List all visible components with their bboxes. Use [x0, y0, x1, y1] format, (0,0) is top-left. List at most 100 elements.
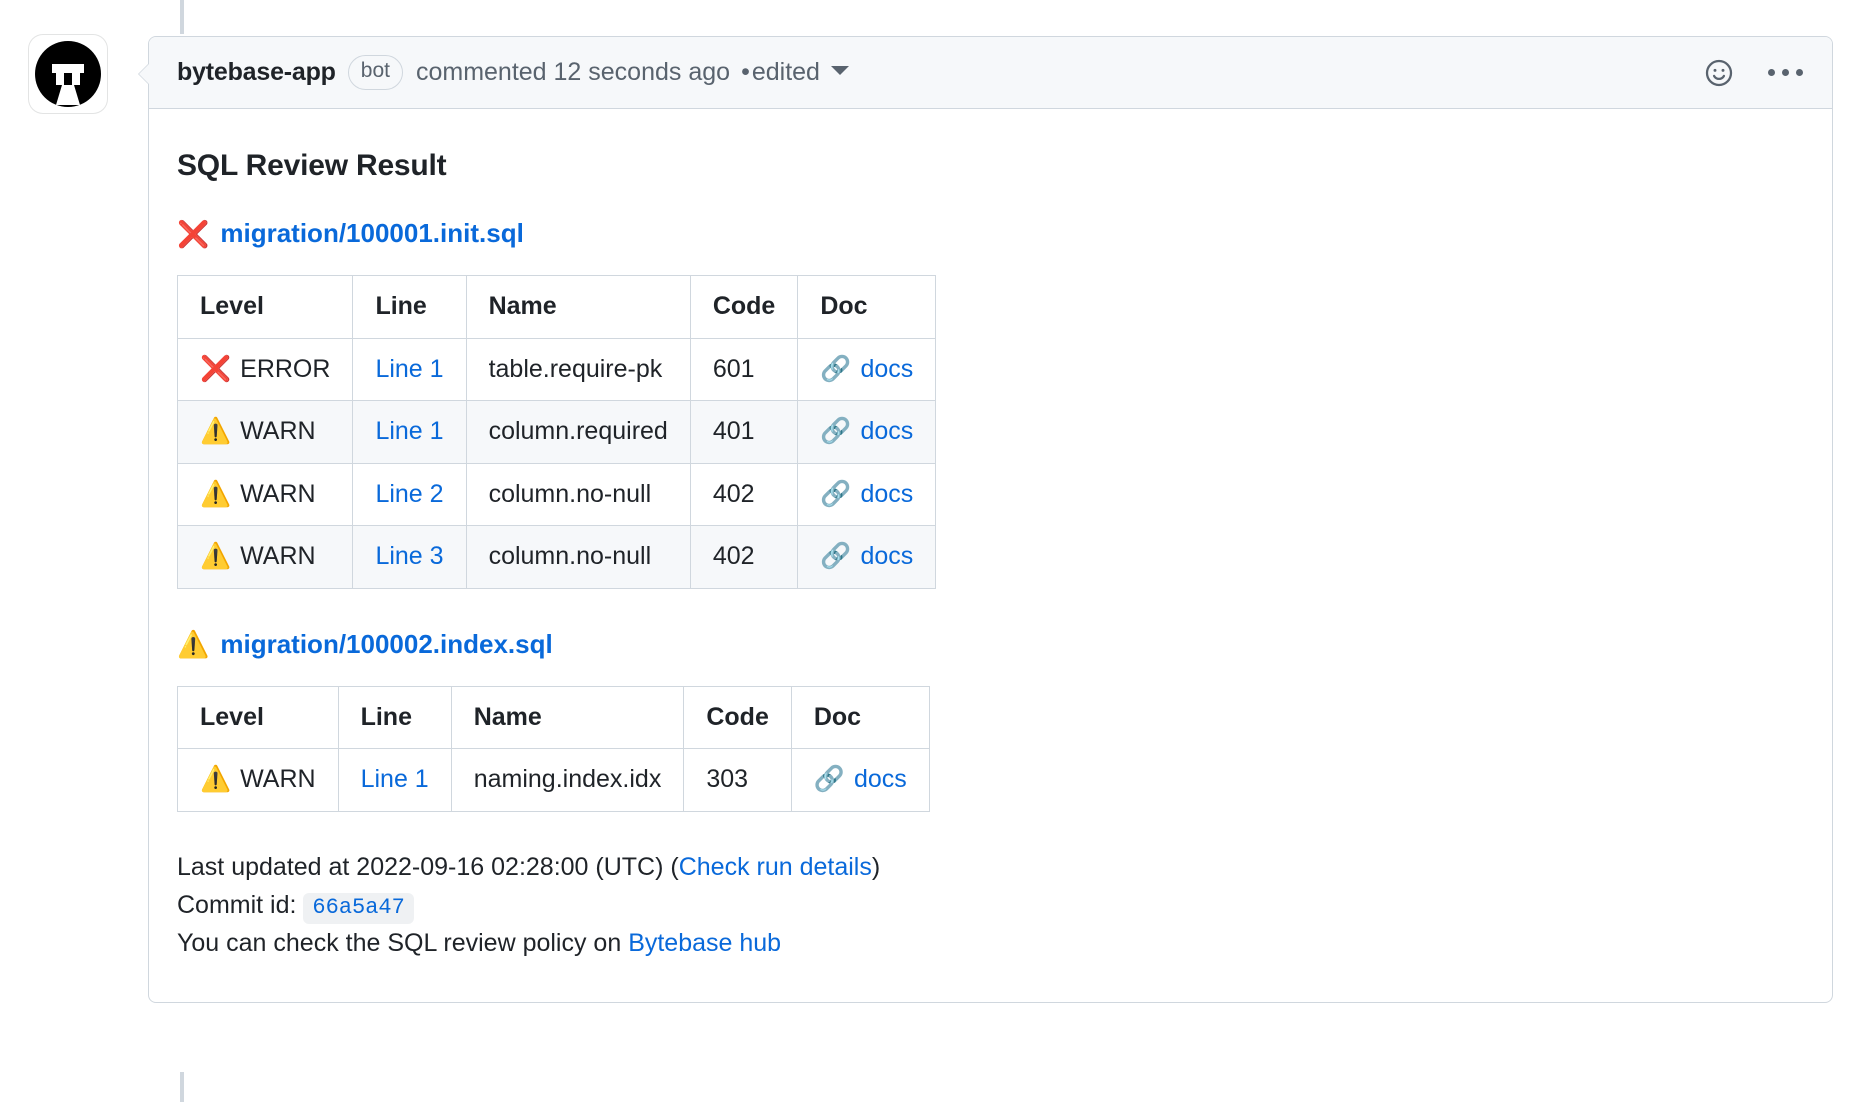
docs-link[interactable]: docs — [860, 413, 913, 451]
docs-link[interactable]: docs — [860, 538, 913, 576]
edited-label[interactable]: edited — [752, 58, 820, 87]
comment-header-actions — [1700, 54, 1810, 92]
cell-line: Line 1 — [338, 749, 451, 812]
docs-link[interactable]: docs — [860, 351, 913, 389]
status-error-icon: ❌ — [177, 221, 209, 247]
cell-level: ⚠️ WARN — [178, 463, 353, 526]
kebab-dot-1 — [1768, 69, 1775, 76]
link-icon: 🔗 — [820, 476, 851, 514]
file-heading-1: ❌ migration/100001.init.sql — [177, 214, 1804, 253]
level-warn-icon: ⚠️ — [200, 544, 231, 569]
file-link-1[interactable]: migration/100001.init.sql — [220, 214, 523, 253]
cell-line: Line 1 — [353, 338, 466, 401]
link-icon: 🔗 — [820, 413, 851, 451]
timeline-line-bottom — [180, 1072, 184, 1102]
column-header-doc: Doc — [798, 276, 936, 339]
header-separator: • — [741, 58, 750, 87]
comment-author[interactable]: bytebase-app — [177, 58, 336, 87]
level-label: WARN — [240, 538, 315, 576]
file-heading-2: ⚠️ migration/100002.index.sql — [177, 625, 1804, 664]
docs-link[interactable]: docs — [860, 476, 913, 514]
line-link[interactable]: Line 2 — [375, 480, 443, 508]
cell-line: Line 3 — [353, 526, 466, 589]
cell-line: Line 2 — [353, 463, 466, 526]
table-row: ⚠️ WARN Line 1 naming.index.idx 303 🔗 do… — [178, 749, 930, 812]
table-row: ⚠️ WARN Line 3 column.no-null 402 🔗 docs — [178, 526, 936, 589]
kebab-dot-2 — [1782, 69, 1789, 76]
comment-body: SQL Review Result ❌ migration/100001.ini… — [149, 109, 1832, 1002]
table-header-row: Level Line Name Code Doc — [178, 686, 930, 749]
line-link[interactable]: Line 1 — [361, 765, 429, 793]
cell-name: column.no-null — [466, 526, 690, 589]
comment-box: bytebase-app bot commented 12 seconds ag… — [148, 36, 1833, 1003]
policy-prefix: You can check the SQL review policy on — [177, 929, 628, 957]
bot-badge: bot — [348, 55, 403, 89]
cell-doc: 🔗 docs — [798, 401, 936, 464]
cell-level: ⚠️ WARN — [178, 749, 339, 812]
level-label: WARN — [240, 476, 315, 514]
cell-code: 303 — [684, 749, 792, 812]
link-icon: 🔗 — [814, 761, 845, 799]
bytebase-hub-link[interactable]: Bytebase hub — [628, 929, 781, 957]
column-header-name: Name — [451, 686, 684, 749]
bytebase-logo-icon — [32, 38, 104, 110]
line-link[interactable]: Line 1 — [375, 417, 443, 445]
smiley-icon — [1703, 57, 1735, 89]
avatar[interactable] — [29, 35, 107, 113]
commit-id-label: Commit id: — [177, 891, 296, 919]
column-header-line: Line — [338, 686, 451, 749]
last-updated-line: Last updated at 2022-09-16 02:28:00 (UTC… — [177, 848, 1804, 886]
cell-name: column.no-null — [466, 463, 690, 526]
table-row: ❌ ERROR Line 1 table.require-pk 601 🔗 do… — [178, 338, 936, 401]
policy-line: You can check the SQL review policy on B… — [177, 924, 1804, 962]
review-table-1: Level Line Name Code Doc ❌ ERROR Line 1 — [177, 275, 936, 589]
file-link-2[interactable]: migration/100002.index.sql — [220, 625, 552, 664]
column-header-level: Level — [178, 276, 353, 339]
level-label: ERROR — [240, 351, 330, 389]
column-header-code: Code — [684, 686, 792, 749]
table-row: ⚠️ WARN Line 2 column.no-null 402 🔗 docs — [178, 463, 936, 526]
last-updated-suffix: ) — [872, 853, 880, 881]
level-error-icon: ❌ — [200, 357, 231, 382]
level-warn-icon: ⚠️ — [200, 482, 231, 507]
column-header-code: Code — [690, 276, 798, 339]
cell-level: ❌ ERROR — [178, 338, 353, 401]
level-label: WARN — [240, 761, 315, 799]
comment-header: bytebase-app bot commented 12 seconds ag… — [149, 37, 1832, 109]
timeline-line-top — [180, 0, 184, 34]
cell-level: ⚠️ WARN — [178, 526, 353, 589]
status-warning-icon: ⚠️ — [177, 631, 209, 657]
table-row: ⚠️ WARN Line 1 column.required 401 🔗 doc… — [178, 401, 936, 464]
level-warn-icon: ⚠️ — [200, 767, 231, 792]
last-updated-prefix: Last updated at 2022-09-16 02:28:00 (UTC… — [177, 853, 679, 881]
line-link[interactable]: Line 3 — [375, 542, 443, 570]
comment-timestamp[interactable]: commented 12 seconds ago — [416, 58, 730, 87]
commit-id-value[interactable]: 66a5a47 — [303, 893, 413, 924]
review-table-2: Level Line Name Code Doc ⚠️ WARN Line 1 — [177, 686, 930, 812]
cell-line: Line 1 — [353, 401, 466, 464]
column-header-doc: Doc — [791, 686, 929, 749]
page-title: SQL Review Result — [177, 143, 1804, 188]
cell-code: 402 — [690, 526, 798, 589]
cell-doc: 🔗 docs — [798, 338, 936, 401]
cell-doc: 🔗 docs — [791, 749, 929, 812]
level-warn-icon: ⚠️ — [200, 419, 231, 444]
cell-doc: 🔗 docs — [798, 463, 936, 526]
cell-name: naming.index.idx — [451, 749, 684, 812]
cell-name: table.require-pk — [466, 338, 690, 401]
commit-id-line: Commit id: 66a5a47 — [177, 886, 1804, 924]
table-header-row: Level Line Name Code Doc — [178, 276, 936, 339]
cell-doc: 🔗 docs — [798, 526, 936, 589]
comment-menu-button[interactable] — [1760, 54, 1810, 92]
cell-name: column.required — [466, 401, 690, 464]
line-link[interactable]: Line 1 — [375, 355, 443, 383]
column-header-line: Line — [353, 276, 466, 339]
chevron-down-icon[interactable] — [831, 66, 849, 75]
level-label: WARN — [240, 413, 315, 451]
check-run-details-link[interactable]: Check run details — [679, 853, 872, 881]
docs-link[interactable]: docs — [854, 761, 907, 799]
cell-level: ⚠️ WARN — [178, 401, 353, 464]
cell-code: 401 — [690, 401, 798, 464]
add-reaction-button[interactable] — [1700, 54, 1738, 92]
cell-code: 402 — [690, 463, 798, 526]
